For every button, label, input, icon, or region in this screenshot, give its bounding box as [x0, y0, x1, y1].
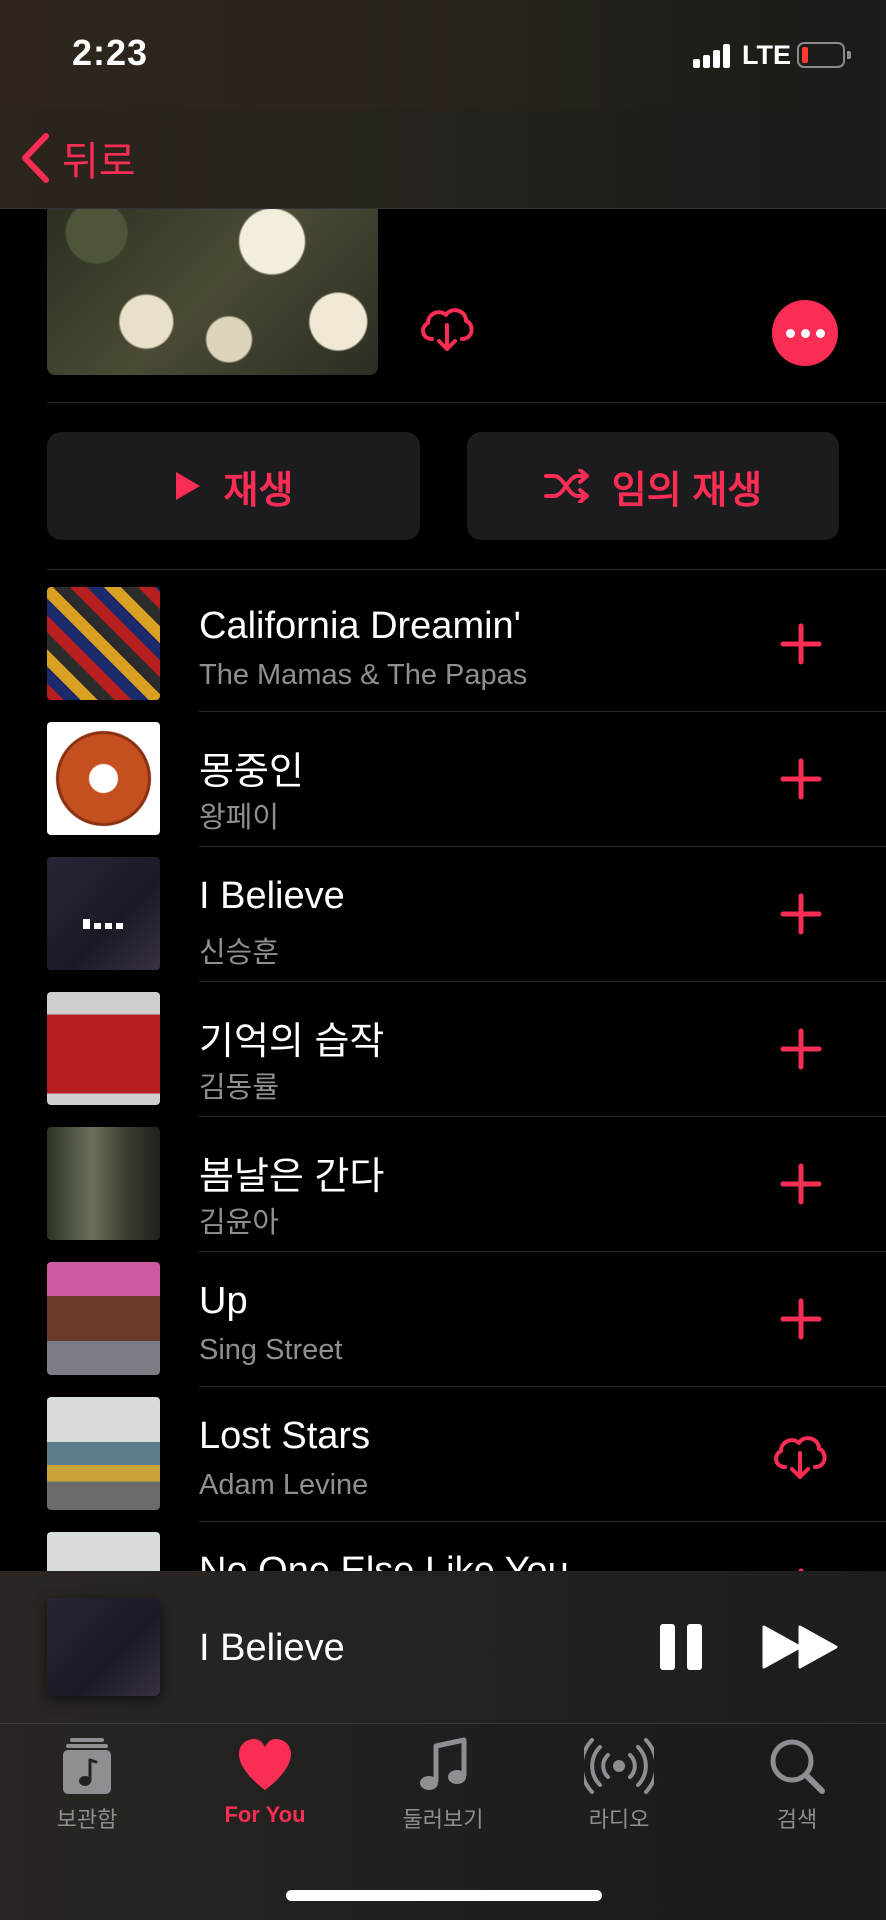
track-row[interactable]: No One Else Like You	[0, 1522, 886, 1571]
shuffle-icon	[543, 469, 589, 503]
track-artist: 김윤아	[199, 1207, 280, 1239]
album-artwork	[47, 587, 160, 700]
download-icon[interactable]	[771, 1431, 829, 1481]
track-title: No One Else Like You	[199, 1550, 569, 1571]
track-artist: 왕페이	[199, 802, 280, 834]
track-title: Lost Stars	[199, 1415, 371, 1457]
album-artwork	[47, 1262, 160, 1375]
tab-radio[interactable]: 라디오	[544, 1736, 694, 1836]
divider	[47, 402, 886, 403]
add-icon[interactable]	[778, 1026, 824, 1072]
shuffle-button[interactable]: 임의 재생	[467, 432, 839, 540]
play-icon	[175, 472, 200, 500]
track-title: California Dreamin'	[199, 605, 521, 647]
more-options-button[interactable]	[772, 300, 838, 366]
track-title: 기억의 습작	[199, 1021, 385, 1063]
track-artist: Adam Levine	[199, 1469, 369, 1501]
search-icon	[770, 1739, 825, 1794]
play-button[interactable]: 재생	[47, 432, 420, 540]
shuffle-label: 임의 재생	[611, 469, 763, 512]
radio-icon	[584, 1738, 654, 1794]
network-type: LTE	[742, 40, 791, 70]
track-artist: Sing Street	[199, 1334, 343, 1366]
track-row[interactable]: Lost Stars Adam Levine	[0, 1387, 886, 1522]
track-artist: The Mamas & The Papas	[199, 659, 528, 691]
tab-search[interactable]: 검색	[722, 1736, 872, 1836]
add-icon[interactable]	[778, 1296, 824, 1342]
playlist-artwork	[47, 209, 378, 375]
now-playing-artwork	[47, 1598, 160, 1696]
track-row[interactable]: 기억의 습작 김동률	[0, 982, 886, 1117]
album-artwork	[47, 857, 160, 970]
track-row[interactable]: California Dreamin' The Mamas & The Papa…	[0, 577, 886, 712]
album-artwork	[47, 992, 160, 1105]
now-playing-icon	[83, 919, 123, 929]
now-playing-title: I Believe	[199, 1627, 345, 1669]
add-icon[interactable]	[778, 756, 824, 802]
album-artwork	[47, 1397, 160, 1510]
signal-icon	[693, 44, 735, 68]
library-icon	[63, 1738, 111, 1794]
track-title: I Believe	[199, 875, 345, 917]
fast-forward-button[interactable]	[762, 1625, 840, 1669]
add-icon[interactable]	[778, 1161, 824, 1207]
album-artwork	[47, 1127, 160, 1240]
track-title: Up	[199, 1280, 248, 1322]
mini-player[interactable]: I Believe	[0, 1571, 886, 1724]
track-row[interactable]: 몽중인 왕페이	[0, 712, 886, 847]
track-title: 몽중인	[199, 751, 304, 793]
chevron-left-icon	[22, 133, 49, 183]
track-row[interactable]: 봄날은 간다 김윤아	[0, 1117, 886, 1252]
play-label: 재생	[223, 469, 294, 512]
status-time: 2:23	[72, 32, 149, 73]
add-icon[interactable]	[778, 621, 824, 667]
back-button[interactable]: 뒤로	[18, 128, 136, 188]
tab-label: 보관함	[56, 1807, 118, 1832]
battery-icon	[797, 42, 851, 68]
home-indicator[interactable]	[286, 1890, 602, 1901]
music-note-icon	[420, 1737, 467, 1790]
tab-label: For You	[224, 1802, 306, 1827]
track-row[interactable]: I Believe 신승훈	[0, 847, 886, 982]
tab-library[interactable]: 보관함	[12, 1736, 162, 1836]
pause-button[interactable]	[660, 1624, 704, 1670]
add-icon[interactable]	[778, 891, 824, 937]
tab-for-you[interactable]: For You	[190, 1736, 340, 1836]
playlist-content[interactable]: 재생 임의 재생 California Dreamin' The Mamas &…	[0, 209, 886, 1571]
track-artist: 김동률	[199, 1072, 280, 1104]
heart-icon	[239, 1739, 291, 1790]
download-icon[interactable]	[418, 303, 476, 353]
tab-label: 라디오	[588, 1807, 650, 1832]
track-title: 봄날은 간다	[199, 1156, 385, 1198]
divider	[47, 569, 886, 570]
album-artwork	[47, 1532, 160, 1571]
tab-browse[interactable]: 둘러보기	[368, 1736, 518, 1836]
tab-label: 검색	[776, 1807, 818, 1832]
tab-label: 둘러보기	[402, 1807, 484, 1832]
track-row[interactable]: Up Sing Street	[0, 1252, 886, 1387]
status-bar: 2:23 LTE	[0, 0, 886, 110]
track-artist: 신승훈	[199, 937, 280, 969]
album-artwork	[47, 722, 160, 835]
back-label: 뒤로	[62, 140, 136, 184]
navigation-bar: 뒤로	[0, 110, 886, 209]
